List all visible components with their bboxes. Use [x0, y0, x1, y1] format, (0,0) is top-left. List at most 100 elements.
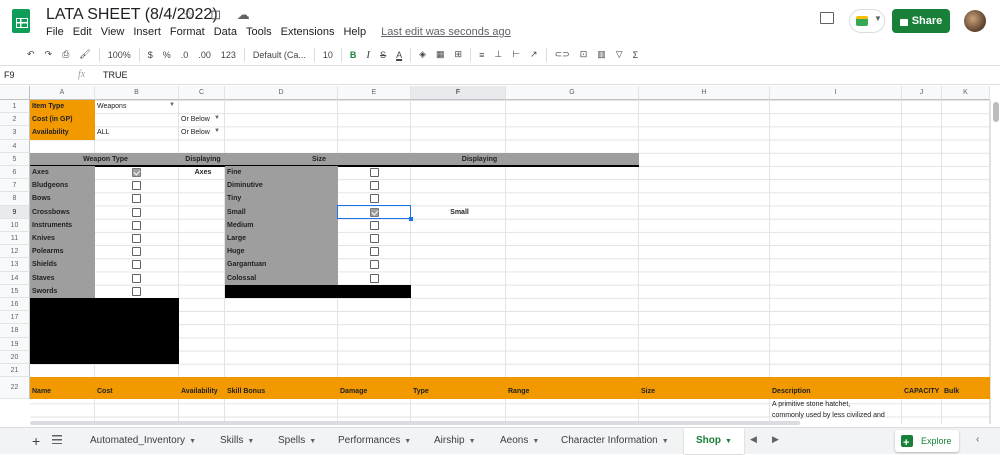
cell-a5[interactable]: Weapon Type [30, 153, 179, 166]
chevron-down-icon[interactable]: ▼ [469, 438, 476, 445]
text-rotation-icon[interactable]: ↗ [525, 49, 543, 60]
cell-a15[interactable]: Swords [30, 285, 95, 298]
row-header-10[interactable]: 10 [0, 218, 30, 232]
row-header-21[interactable]: 21 [0, 364, 30, 378]
borders-icon[interactable]: ▦ [431, 49, 450, 60]
italic-button[interactable]: I [361, 49, 375, 61]
weapon-checkbox-polearms[interactable] [132, 247, 141, 257]
tab-spells[interactable]: Spells ▼ [266, 428, 328, 454]
size-checkbox-fine[interactable] [369, 168, 379, 177]
explore-button[interactable]: Explore [895, 430, 959, 454]
filter-icon[interactable]: ▽ [611, 49, 628, 60]
cell-d6[interactable]: Fine [225, 166, 338, 179]
insert-link-icon[interactable]: ⊂⊃ [550, 49, 575, 60]
scroll-tabs-right-icon[interactable]: ▶ [772, 434, 779, 445]
avatar[interactable] [964, 10, 986, 32]
meet-button[interactable]: ▼ [849, 9, 885, 33]
row-header-15[interactable]: 15 [0, 284, 30, 298]
chevron-down-icon[interactable]: ▼ [309, 438, 316, 445]
cell-a7[interactable]: Bludgeons [30, 179, 95, 192]
table-header-range[interactable]: Range [506, 385, 639, 398]
cell-d14[interactable]: Colossal [225, 272, 338, 285]
print-icon[interactable]: ⎙ [57, 49, 74, 60]
row-header-12[interactable]: 12 [0, 245, 30, 259]
tab-skills[interactable]: Skills ▼ [208, 428, 266, 454]
cell-b3[interactable]: ALL [95, 126, 179, 139]
currency-button[interactable]: $ [143, 50, 158, 60]
row-header-16[interactable]: 16 [0, 298, 30, 312]
cell-c6[interactable]: Axes [179, 166, 225, 179]
chevron-down-icon[interactable]: ▼ [662, 438, 669, 445]
more-formats-button[interactable]: 123 [216, 50, 241, 60]
cell-d7[interactable]: Diminutive [225, 179, 338, 192]
cell-a8[interactable]: Bows [30, 192, 95, 205]
table-header-availability[interactable]: Availability [179, 385, 225, 398]
weapon-checkbox-crossbows[interactable] [132, 207, 141, 217]
weapon-checkbox-shields[interactable] [132, 260, 141, 270]
column-header-f[interactable]: F [411, 86, 506, 100]
tab-automated-inventory[interactable]: Automated_Inventory ▼ [78, 428, 208, 454]
row-header-17[interactable]: 17 [0, 311, 30, 325]
row-header-2[interactable]: 2 [0, 113, 30, 127]
add-sheet-button[interactable]: + [32, 433, 40, 449]
weapon-checkbox-axes[interactable] [132, 168, 141, 177]
cell-c5[interactable]: Displaying [179, 153, 225, 166]
size-checkbox-huge[interactable] [369, 247, 379, 257]
chevron-down-icon[interactable]: ▼ [189, 438, 196, 445]
row-header-1[interactable]: 1 [0, 100, 30, 114]
menu-edit[interactable]: Edit [73, 26, 92, 38]
row-header-9[interactable]: 9 [0, 205, 30, 219]
decrease-decimal-button[interactable]: .0 [176, 50, 194, 60]
vertical-align-icon[interactable]: ⊥ [489, 49, 507, 60]
cell-a11[interactable]: Knives [30, 232, 95, 245]
merge-cells-icon[interactable]: ⊞ [450, 49, 468, 60]
column-header-k[interactable]: K [942, 86, 990, 100]
strikethrough-button[interactable]: S [375, 50, 391, 60]
table-header-cost[interactable]: Cost [95, 385, 179, 398]
size-checkbox-diminutive[interactable] [369, 181, 379, 191]
column-header-c[interactable]: C [179, 86, 225, 100]
bold-button[interactable]: B [345, 50, 362, 60]
cell-d9[interactable]: Small [225, 206, 338, 219]
column-header-d[interactable]: D [225, 86, 338, 100]
font-size-select[interactable]: 10 [318, 50, 338, 60]
cell-a1[interactable]: Item Type [30, 100, 95, 114]
chevron-down-icon[interactable]: ▼ [404, 438, 411, 445]
text-color-button[interactable]: A [391, 50, 407, 60]
column-header-e[interactable]: E [338, 86, 411, 100]
column-header-a[interactable]: A [30, 86, 95, 100]
column-header-i[interactable]: I [770, 86, 902, 100]
row-header-19[interactable]: 19 [0, 337, 30, 351]
cell-d8[interactable]: Tiny [225, 192, 338, 205]
percent-button[interactable]: % [158, 50, 176, 60]
table-header-damage[interactable]: Damage [338, 385, 411, 398]
row-header-20[interactable]: 20 [0, 350, 30, 364]
row-header-4[interactable]: 4 [0, 139, 30, 153]
table-header-capacity[interactable]: CAPACITY [902, 385, 942, 398]
cell-a2[interactable]: Cost (in GP) [30, 113, 95, 127]
menu-data[interactable]: Data [214, 26, 237, 38]
cell-d13[interactable]: Gargantuan [225, 258, 338, 271]
cell-b1[interactable]: Weapons [95, 100, 179, 113]
comment-history-icon[interactable] [820, 12, 834, 24]
table-header-name[interactable]: Name [30, 385, 95, 398]
column-header-g[interactable]: G [506, 86, 639, 100]
chevron-down-icon[interactable]: ▼ [247, 438, 254, 445]
size-checkbox-gargantuan[interactable] [369, 260, 379, 270]
cell-a14[interactable]: Staves [30, 272, 95, 285]
name-box[interactable]: F9 [4, 70, 66, 80]
cell-f5[interactable]: Displaying [411, 153, 546, 166]
horizontal-scrollbar[interactable] [30, 420, 990, 426]
table-header-skill-bonus[interactable]: Skill Bonus [225, 385, 338, 398]
cell-d12[interactable]: Huge [225, 245, 338, 258]
increase-decimal-button[interactable]: .00 [193, 50, 216, 60]
size-checkbox-large[interactable] [369, 234, 379, 243]
tab-shop[interactable]: Shop ▼ [684, 428, 744, 454]
zoom-select[interactable]: 100% [103, 50, 136, 60]
row-header-18[interactable]: 18 [0, 324, 30, 338]
redo-icon[interactable]: ↷ [40, 49, 58, 60]
cell-a10[interactable]: Instruments [30, 219, 95, 232]
share-button[interactable]: Share [892, 9, 950, 33]
cell-a9[interactable]: Crossbows [30, 206, 95, 219]
collapse-side-panel-icon[interactable]: ‹ [976, 434, 979, 445]
